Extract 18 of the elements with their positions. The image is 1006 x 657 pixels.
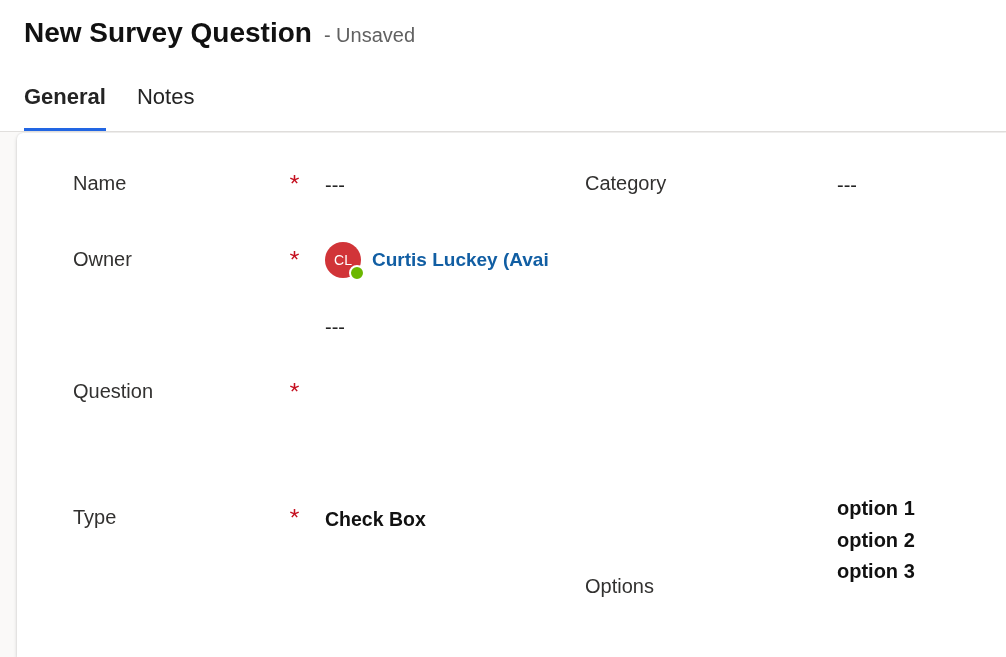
option-value: option 1 [837,496,915,521]
save-status: - Unsaved [323,23,416,48]
tab[interactable]: Notes [136,78,195,131]
form-title: New Survey Question [24,16,312,50]
option-value: option 3 [837,559,915,584]
field-value: --- [837,173,857,198]
option-value: option 2 [837,527,915,553]
field-label: Owner [73,247,132,272]
field-value: --- [325,173,345,198]
field-value: --- [325,315,345,340]
owner-link[interactable]: Curtis Luckey (Avai [372,246,549,274]
field-label: Name [73,171,127,196]
field-label: Type [73,505,117,530]
field-value: Check Box [325,507,426,532]
field-label: Options [585,573,654,599]
user-avatar: CL [325,242,361,278]
field-label: Category [585,171,667,196]
field-label: Question [73,379,154,404]
